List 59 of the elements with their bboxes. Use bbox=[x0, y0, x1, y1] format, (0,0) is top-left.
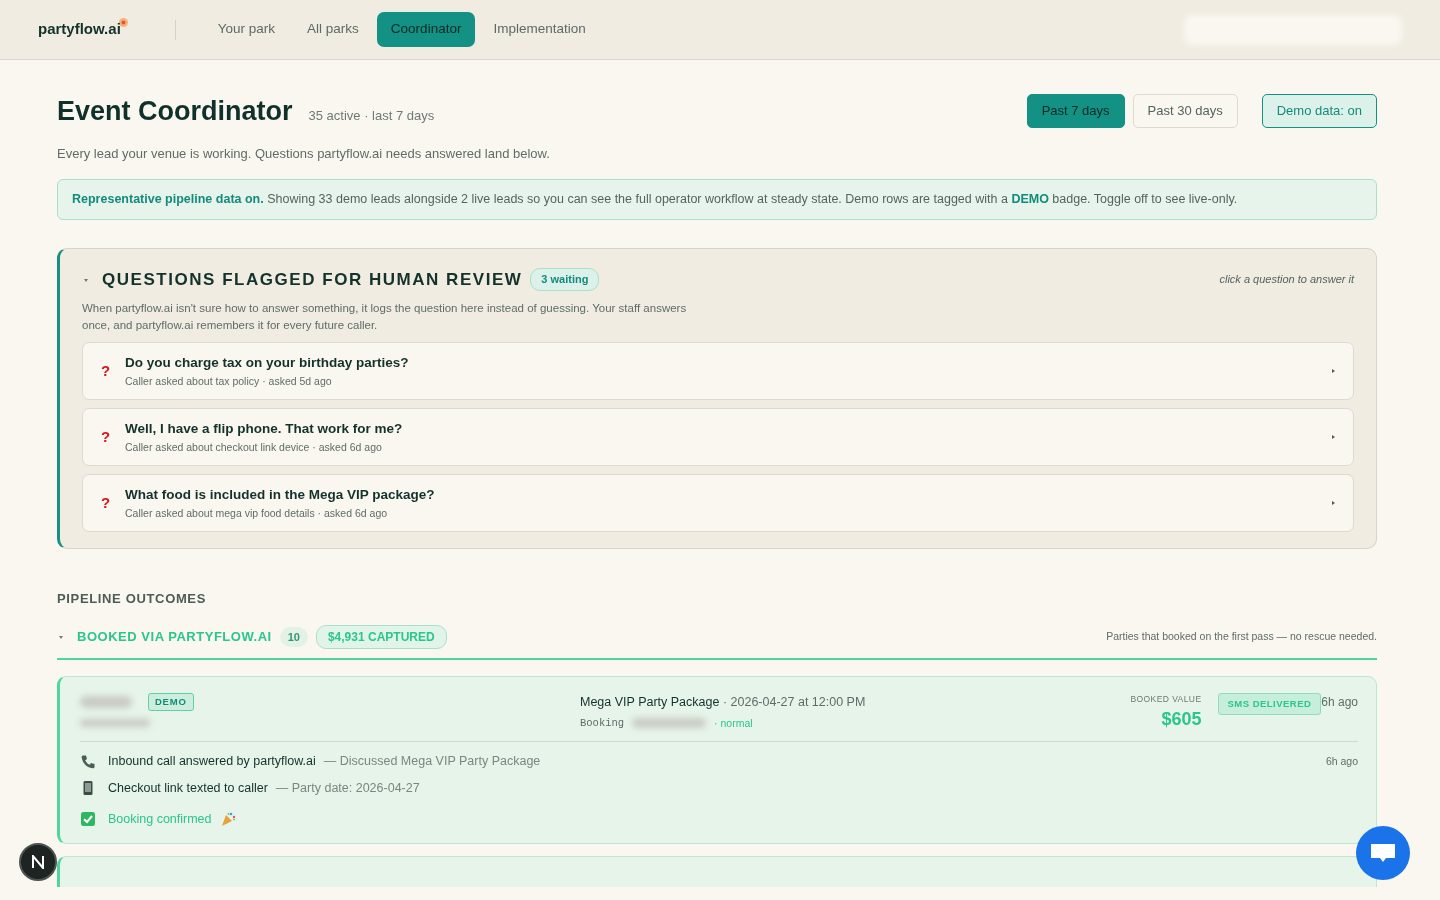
party-popper-icon bbox=[219, 811, 236, 828]
event-time: 6h ago bbox=[1325, 753, 1358, 769]
nav-tab[interactable]: All parks bbox=[293, 12, 373, 47]
count-badge: 10 bbox=[279, 626, 308, 647]
demo-toggle[interactable]: Demo data: on bbox=[1261, 94, 1377, 128]
question-item[interactable]: ? Well, I have a flip phone. That work for me? Caller asked about checkout link device · asked 6d ago bbox=[82, 408, 1354, 467]
blurred-phone bbox=[80, 719, 150, 727]
question-text: Well, I have a flip phone. That work for me? bbox=[125, 420, 404, 439]
dev-indicator-button[interactable] bbox=[19, 843, 57, 881]
demo-notice: Representative pipeline data on. Showing 33 demo leads alongside 2 live leads so you can see the full operator workflow at steady state. Demo rows are tagged with a DEMO badge. Toggle off to see live-only. bbox=[57, 179, 1377, 220]
priority-text: · normal bbox=[714, 715, 753, 731]
phone-icon bbox=[80, 753, 96, 770]
question-meta: Caller asked about checkout link device · asked 6d ago bbox=[125, 439, 383, 455]
check-box-icon bbox=[80, 811, 96, 828]
event-detail: — Party date: 2026-04-27 bbox=[275, 780, 420, 797]
question-text: Do you charge tax on your birthday parties? bbox=[125, 354, 410, 373]
question-mark: ? bbox=[101, 427, 112, 447]
page-subtitle: 35 active · last 7 days bbox=[308, 106, 435, 125]
section-title: QUESTIONS FLAGGED FOR HUMAN REVIEW bbox=[102, 268, 523, 291]
question-mark: ? bbox=[101, 361, 112, 381]
section-description: When partyflow.ai isn't sure how to answer something, it logs the question here instead of guessing. Your staff answers once, and partyflow.ai remembers it for every future caller. bbox=[82, 301, 688, 334]
event-title: Booking confirmed bbox=[108, 810, 212, 828]
question-mark: ? bbox=[101, 493, 112, 513]
page-title: Event Coordinator bbox=[57, 94, 293, 127]
status-badge: SMS DELIVERED bbox=[1217, 692, 1322, 715]
nav-tab[interactable]: Coordinator bbox=[376, 12, 476, 47]
caret-icon[interactable] bbox=[1329, 433, 1337, 442]
event-title: Checkout link texted to caller bbox=[108, 780, 268, 797]
range-button[interactable]: Past 30 days bbox=[1132, 94, 1238, 128]
mobile-phone-icon bbox=[80, 780, 96, 797]
booked-value: $605 bbox=[1160, 709, 1202, 728]
question-meta: Caller asked about tax policy · asked 5d ago bbox=[125, 373, 333, 389]
value-label: BOOKED VALUE bbox=[1130, 692, 1202, 706]
page-description: Every lead your venue is working. Questions partyflow.ai needs answered land below. bbox=[57, 144, 551, 163]
captured-badge: $4,931 CAPTURED bbox=[315, 624, 447, 649]
question-item[interactable]: ? Do you charge tax on your birthday parties? Caller asked about tax policy · asked 5d ago bbox=[82, 342, 1354, 401]
event-title: Inbound call answered by partyflow.ai bbox=[108, 753, 316, 771]
booking-date: · 2026-04-27 at 12:00 PM bbox=[721, 693, 866, 711]
blurred-name bbox=[80, 695, 132, 708]
caret-icon[interactable] bbox=[1329, 499, 1337, 508]
time-text: 6h ago bbox=[1321, 693, 1358, 711]
logo[interactable]: partyflow.ai bbox=[38, 18, 121, 41]
chat-button[interactable] bbox=[1356, 826, 1410, 880]
range-button[interactable]: Past 7 days bbox=[1026, 94, 1125, 128]
demo-tag: DEMO bbox=[148, 692, 194, 711]
waiting-badge: 3 waiting bbox=[530, 268, 600, 291]
nav-tab[interactable]: Your park bbox=[203, 12, 290, 47]
group-note: Parties that booked on the first pass — no rescue needed. bbox=[1106, 628, 1377, 644]
hint-text: click a question to answer it bbox=[1219, 272, 1354, 288]
question-meta: Caller asked about mega vip food details · asked 6d ago bbox=[125, 505, 389, 521]
n-logo-icon bbox=[31, 855, 45, 869]
booking-label: Booking bbox=[580, 715, 625, 731]
nav-tab[interactable]: Implementation bbox=[479, 12, 600, 47]
package-name: Mega VIP Party Package bbox=[580, 693, 720, 711]
question-item[interactable]: ? What food is included in the Mega VIP package? Caller asked about mega vip food details · asked 6d ago bbox=[82, 474, 1354, 533]
caret-icon[interactable] bbox=[1329, 367, 1337, 376]
section-heading: PIPELINE OUTCOMES bbox=[57, 590, 207, 609]
event-detail: — Discussed Mega VIP Party Package bbox=[323, 753, 541, 771]
question-text: What food is included in the Mega VIP package? bbox=[125, 486, 436, 505]
